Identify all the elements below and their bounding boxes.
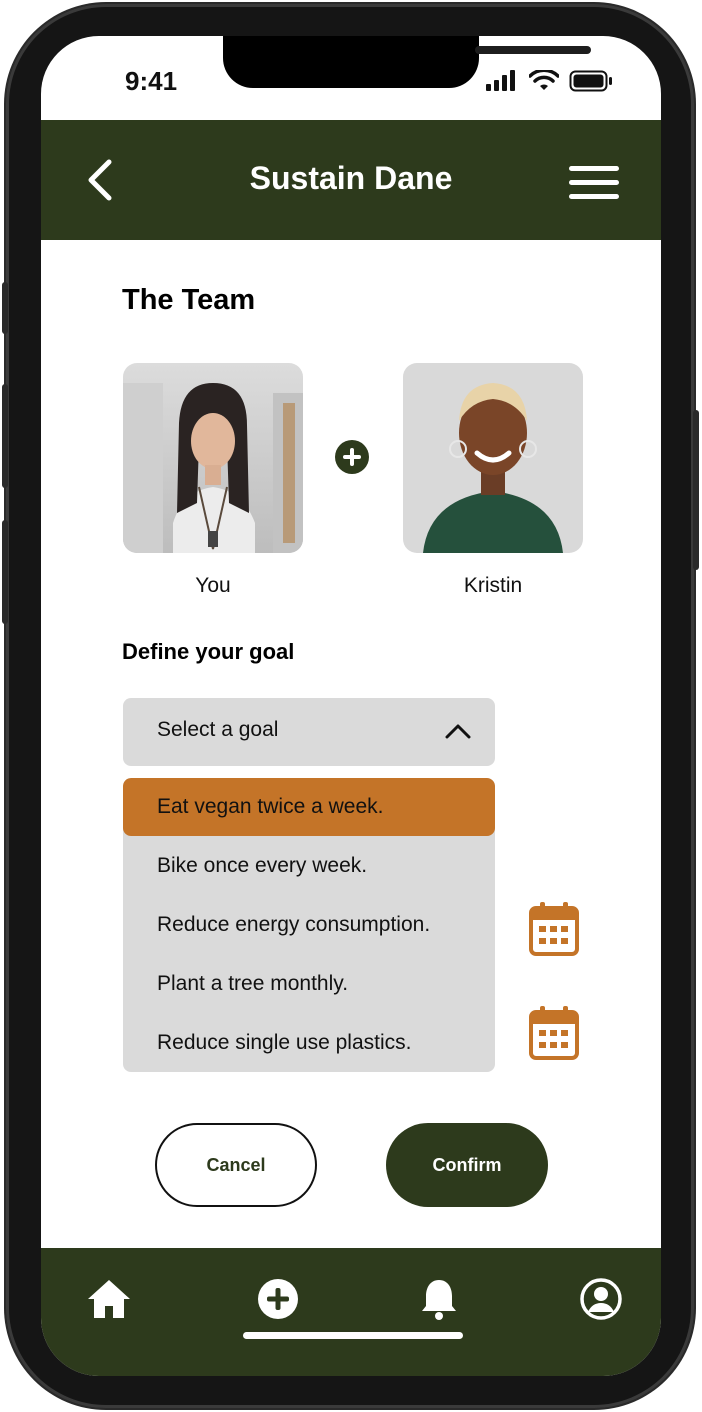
avatar-kristin[interactable] — [403, 363, 583, 553]
goal-option-plant-tree[interactable]: Plant a tree monthly. — [123, 955, 495, 1013]
add-member-button[interactable] — [335, 440, 369, 474]
calendar-icon[interactable] — [529, 902, 579, 956]
hamburger-menu-icon[interactable] — [569, 166, 619, 200]
home-indicator — [243, 1332, 463, 1339]
chevron-up-icon — [445, 724, 471, 739]
bottom-nav — [41, 1248, 661, 1376]
wifi-icon — [529, 70, 559, 90]
goal-select-value: Select a goal — [157, 718, 279, 741]
home-icon[interactable] — [86, 1276, 132, 1322]
goal-select[interactable]: Select a goal — [123, 698, 495, 766]
profile-icon[interactable] — [578, 1276, 624, 1322]
speaker — [475, 46, 591, 54]
calendar-icon[interactable] — [529, 1006, 579, 1060]
volume-down-button — [2, 520, 8, 624]
bell-icon[interactable] — [416, 1276, 462, 1322]
goal-option-bike[interactable]: Bike once every week. — [123, 837, 495, 895]
plus-icon — [343, 448, 361, 466]
app-title: Sustain Dane — [249, 160, 453, 196]
member-name: Kristin — [463, 574, 523, 597]
avatar-you[interactable] — [123, 363, 303, 553]
goal-dropdown-list: Eat vegan twice a week. Bike once every … — [123, 778, 495, 1072]
power-button — [693, 410, 699, 570]
goal-label: Define your goal — [122, 639, 295, 664]
mute-switch — [2, 282, 8, 334]
status-time: 9:41 — [125, 66, 178, 96]
signal-icon — [486, 70, 515, 91]
goal-option-eat-vegan[interactable]: Eat vegan twice a week. — [123, 778, 495, 836]
app-header: Sustain Dane — [41, 120, 661, 240]
team-section-title: The Team — [122, 284, 256, 316]
add-circle-icon[interactable] — [255, 1276, 301, 1322]
goal-option-reduce-energy[interactable]: Reduce energy consumption. — [123, 896, 495, 954]
cancel-button[interactable]: Cancel — [155, 1123, 317, 1207]
notch — [223, 36, 591, 88]
volume-up-button — [2, 384, 8, 488]
goal-option-reduce-plastics[interactable]: Reduce single use plastics. — [123, 1014, 495, 1072]
status-icons — [485, 70, 613, 92]
confirm-button[interactable]: Confirm — [386, 1123, 548, 1207]
battery-icon — [569, 70, 612, 92]
member-name: You — [195, 574, 231, 597]
screen: 9:41 Sustain Dane The Team You Kristin D… — [41, 36, 661, 1376]
